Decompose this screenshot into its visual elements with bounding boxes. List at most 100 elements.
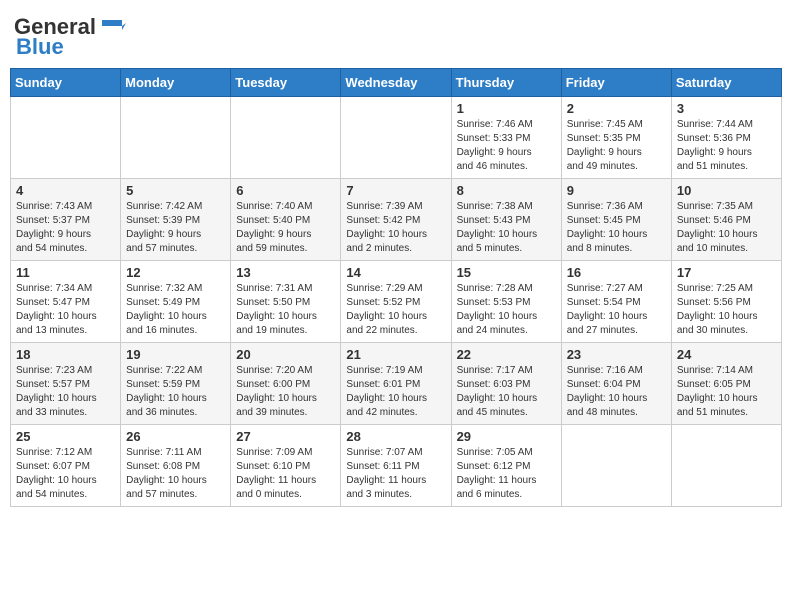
calendar-cell: 13 Sunrise: 7:31 AM Sunset: 5:50 PM Dayli… xyxy=(231,261,341,343)
day-number: 10 xyxy=(677,183,776,198)
calendar-day-header: Thursday xyxy=(451,69,561,97)
calendar-cell: 27 Sunrise: 7:09 AM Sunset: 6:10 PM Dayli… xyxy=(231,425,341,507)
day-number: 11 xyxy=(16,265,115,280)
day-info: Sunrise: 7:23 AM Sunset: 5:57 PM Dayligh… xyxy=(16,364,115,420)
calendar-body: 1 Sunrise: 7:46 AM Sunset: 5:33 PM Daylig… xyxy=(11,97,782,507)
logo-blue: Blue xyxy=(16,34,64,60)
day-info: Sunrise: 7:40 AM Sunset: 5:40 PM Dayligh… xyxy=(236,200,335,256)
day-number: 19 xyxy=(126,347,225,362)
calendar-cell: 7 Sunrise: 7:39 AM Sunset: 5:42 PM Daylig… xyxy=(341,179,451,261)
calendar-day-header: Saturday xyxy=(671,69,781,97)
calendar-cell: 12 Sunrise: 7:32 AM Sunset: 5:49 PM Dayli… xyxy=(121,261,231,343)
day-info: Sunrise: 7:09 AM Sunset: 6:10 PM Dayligh… xyxy=(236,446,335,502)
calendar-cell: 6 Sunrise: 7:40 AM Sunset: 5:40 PM Daylig… xyxy=(231,179,341,261)
day-info: Sunrise: 7:07 AM Sunset: 6:11 PM Dayligh… xyxy=(346,446,445,502)
calendar-cell xyxy=(231,97,341,179)
calendar-week-row: 11Sunrise: 7:34 AM Sunset: 5:47 PM Dayli… xyxy=(11,261,782,343)
day-number: 22 xyxy=(457,347,556,362)
day-info: Sunrise: 7:39 AM Sunset: 5:42 PM Dayligh… xyxy=(346,200,445,256)
calendar-cell: 3 Sunrise: 7:44 AM Sunset: 5:36 PM Daylig… xyxy=(671,97,781,179)
calendar-day-header: Wednesday xyxy=(341,69,451,97)
day-info: Sunrise: 7:29 AM Sunset: 5:52 PM Dayligh… xyxy=(346,282,445,338)
day-info: Sunrise: 7:22 AM Sunset: 5:59 PM Dayligh… xyxy=(126,364,225,420)
day-info: Sunrise: 7:14 AM Sunset: 6:05 PM Dayligh… xyxy=(677,364,776,420)
calendar-cell: 2 Sunrise: 7:45 AM Sunset: 5:35 PM Daylig… xyxy=(561,97,671,179)
day-info: Sunrise: 7:43 AM Sunset: 5:37 PM Dayligh… xyxy=(16,200,115,256)
calendar-cell: 20 Sunrise: 7:20 AM Sunset: 6:00 PM Dayli… xyxy=(231,343,341,425)
calendar-cell: 25 Sunrise: 7:12 AM Sunset: 6:07 PM Dayli… xyxy=(11,425,121,507)
calendar-cell: 23Sunrise: 7:16 AM Sunset: 6:04 PM Dayli… xyxy=(561,343,671,425)
day-number: 28 xyxy=(346,429,445,444)
calendar-week-row: 4 Sunrise: 7:43 AM Sunset: 5:37 PM Daylig… xyxy=(11,179,782,261)
calendar-cell: 9 Sunrise: 7:36 AM Sunset: 5:45 PM Daylig… xyxy=(561,179,671,261)
day-number: 23 xyxy=(567,347,666,362)
day-number: 8 xyxy=(457,183,556,198)
day-info: Sunrise: 7:17 AM Sunset: 6:03 PM Dayligh… xyxy=(457,364,556,420)
calendar-cell: 15 Sunrise: 7:28 AM Sunset: 5:53 PM Dayli… xyxy=(451,261,561,343)
day-info: Sunrise: 7:05 AM Sunset: 6:12 PM Dayligh… xyxy=(457,446,556,502)
calendar-cell xyxy=(341,97,451,179)
calendar-cell: 28 Sunrise: 7:07 AM Sunset: 6:11 PM Dayli… xyxy=(341,425,451,507)
calendar-day-header: Monday xyxy=(121,69,231,97)
calendar-cell xyxy=(561,425,671,507)
day-info: Sunrise: 7:28 AM Sunset: 5:53 PM Dayligh… xyxy=(457,282,556,338)
day-number: 29 xyxy=(457,429,556,444)
day-info: Sunrise: 7:20 AM Sunset: 6:00 PM Dayligh… xyxy=(236,364,335,420)
day-number: 12 xyxy=(126,265,225,280)
calendar-cell: 19 Sunrise: 7:22 AM Sunset: 5:59 PM Dayli… xyxy=(121,343,231,425)
day-number: 9 xyxy=(567,183,666,198)
day-info: Sunrise: 7:31 AM Sunset: 5:50 PM Dayligh… xyxy=(236,282,335,338)
day-number: 13 xyxy=(236,265,335,280)
calendar-header-row: SundayMondayTuesdayWednesdayThursdayFrid… xyxy=(11,69,782,97)
day-number: 24 xyxy=(677,347,776,362)
calendar-cell: 29 Sunrise: 7:05 AM Sunset: 6:12 PM Dayli… xyxy=(451,425,561,507)
calendar-cell: 24 Sunrise: 7:14 AM Sunset: 6:05 PM Dayli… xyxy=(671,343,781,425)
calendar-cell: 4 Sunrise: 7:43 AM Sunset: 5:37 PM Daylig… xyxy=(11,179,121,261)
day-number: 14 xyxy=(346,265,445,280)
day-number: 7 xyxy=(346,183,445,198)
day-number: 17 xyxy=(677,265,776,280)
day-info: Sunrise: 7:46 AM Sunset: 5:33 PM Dayligh… xyxy=(457,118,556,174)
calendar-week-row: 1 Sunrise: 7:46 AM Sunset: 5:33 PM Daylig… xyxy=(11,97,782,179)
calendar-day-header: Friday xyxy=(561,69,671,97)
day-number: 27 xyxy=(236,429,335,444)
day-number: 5 xyxy=(126,183,225,198)
calendar-cell: 16 Sunrise: 7:27 AM Sunset: 5:54 PM Dayli… xyxy=(561,261,671,343)
calendar-cell xyxy=(11,97,121,179)
day-number: 15 xyxy=(457,265,556,280)
calendar-cell: 26Sunrise: 7:11 AM Sunset: 6:08 PM Dayli… xyxy=(121,425,231,507)
calendar-day-header: Sunday xyxy=(11,69,121,97)
calendar-day-header: Tuesday xyxy=(231,69,341,97)
day-info: Sunrise: 7:27 AM Sunset: 5:54 PM Dayligh… xyxy=(567,282,666,338)
day-info: Sunrise: 7:42 AM Sunset: 5:39 PM Dayligh… xyxy=(126,200,225,256)
calendar-cell: 17 Sunrise: 7:25 AM Sunset: 5:56 PM Dayli… xyxy=(671,261,781,343)
calendar-cell: 10Sunrise: 7:35 AM Sunset: 5:46 PM Dayli… xyxy=(671,179,781,261)
calendar-cell: 22 Sunrise: 7:17 AM Sunset: 6:03 PM Dayli… xyxy=(451,343,561,425)
day-info: Sunrise: 7:25 AM Sunset: 5:56 PM Dayligh… xyxy=(677,282,776,338)
calendar-cell: 11Sunrise: 7:34 AM Sunset: 5:47 PM Dayli… xyxy=(11,261,121,343)
day-number: 3 xyxy=(677,101,776,116)
day-number: 4 xyxy=(16,183,115,198)
page-header: General Blue xyxy=(10,10,782,60)
day-info: Sunrise: 7:12 AM Sunset: 6:07 PM Dayligh… xyxy=(16,446,115,502)
calendar-cell: 8 Sunrise: 7:38 AM Sunset: 5:43 PM Daylig… xyxy=(451,179,561,261)
day-number: 16 xyxy=(567,265,666,280)
day-info: Sunrise: 7:45 AM Sunset: 5:35 PM Dayligh… xyxy=(567,118,666,174)
calendar-cell: 21 Sunrise: 7:19 AM Sunset: 6:01 PM Dayli… xyxy=(341,343,451,425)
calendar-cell: 1 Sunrise: 7:46 AM Sunset: 5:33 PM Daylig… xyxy=(451,97,561,179)
day-number: 6 xyxy=(236,183,335,198)
day-number: 25 xyxy=(16,429,115,444)
day-info: Sunrise: 7:32 AM Sunset: 5:49 PM Dayligh… xyxy=(126,282,225,338)
day-info: Sunrise: 7:19 AM Sunset: 6:01 PM Dayligh… xyxy=(346,364,445,420)
day-number: 21 xyxy=(346,347,445,362)
day-info: Sunrise: 7:36 AM Sunset: 5:45 PM Dayligh… xyxy=(567,200,666,256)
day-number: 2 xyxy=(567,101,666,116)
day-number: 1 xyxy=(457,101,556,116)
day-info: Sunrise: 7:11 AM Sunset: 6:08 PM Dayligh… xyxy=(126,446,225,502)
day-number: 20 xyxy=(236,347,335,362)
calendar-cell: 5 Sunrise: 7:42 AM Sunset: 5:39 PM Daylig… xyxy=(121,179,231,261)
calendar-table: SundayMondayTuesdayWednesdayThursdayFrid… xyxy=(10,68,782,507)
calendar-week-row: 18Sunrise: 7:23 AM Sunset: 5:57 PM Dayli… xyxy=(11,343,782,425)
day-info: Sunrise: 7:44 AM Sunset: 5:36 PM Dayligh… xyxy=(677,118,776,174)
day-info: Sunrise: 7:38 AM Sunset: 5:43 PM Dayligh… xyxy=(457,200,556,256)
